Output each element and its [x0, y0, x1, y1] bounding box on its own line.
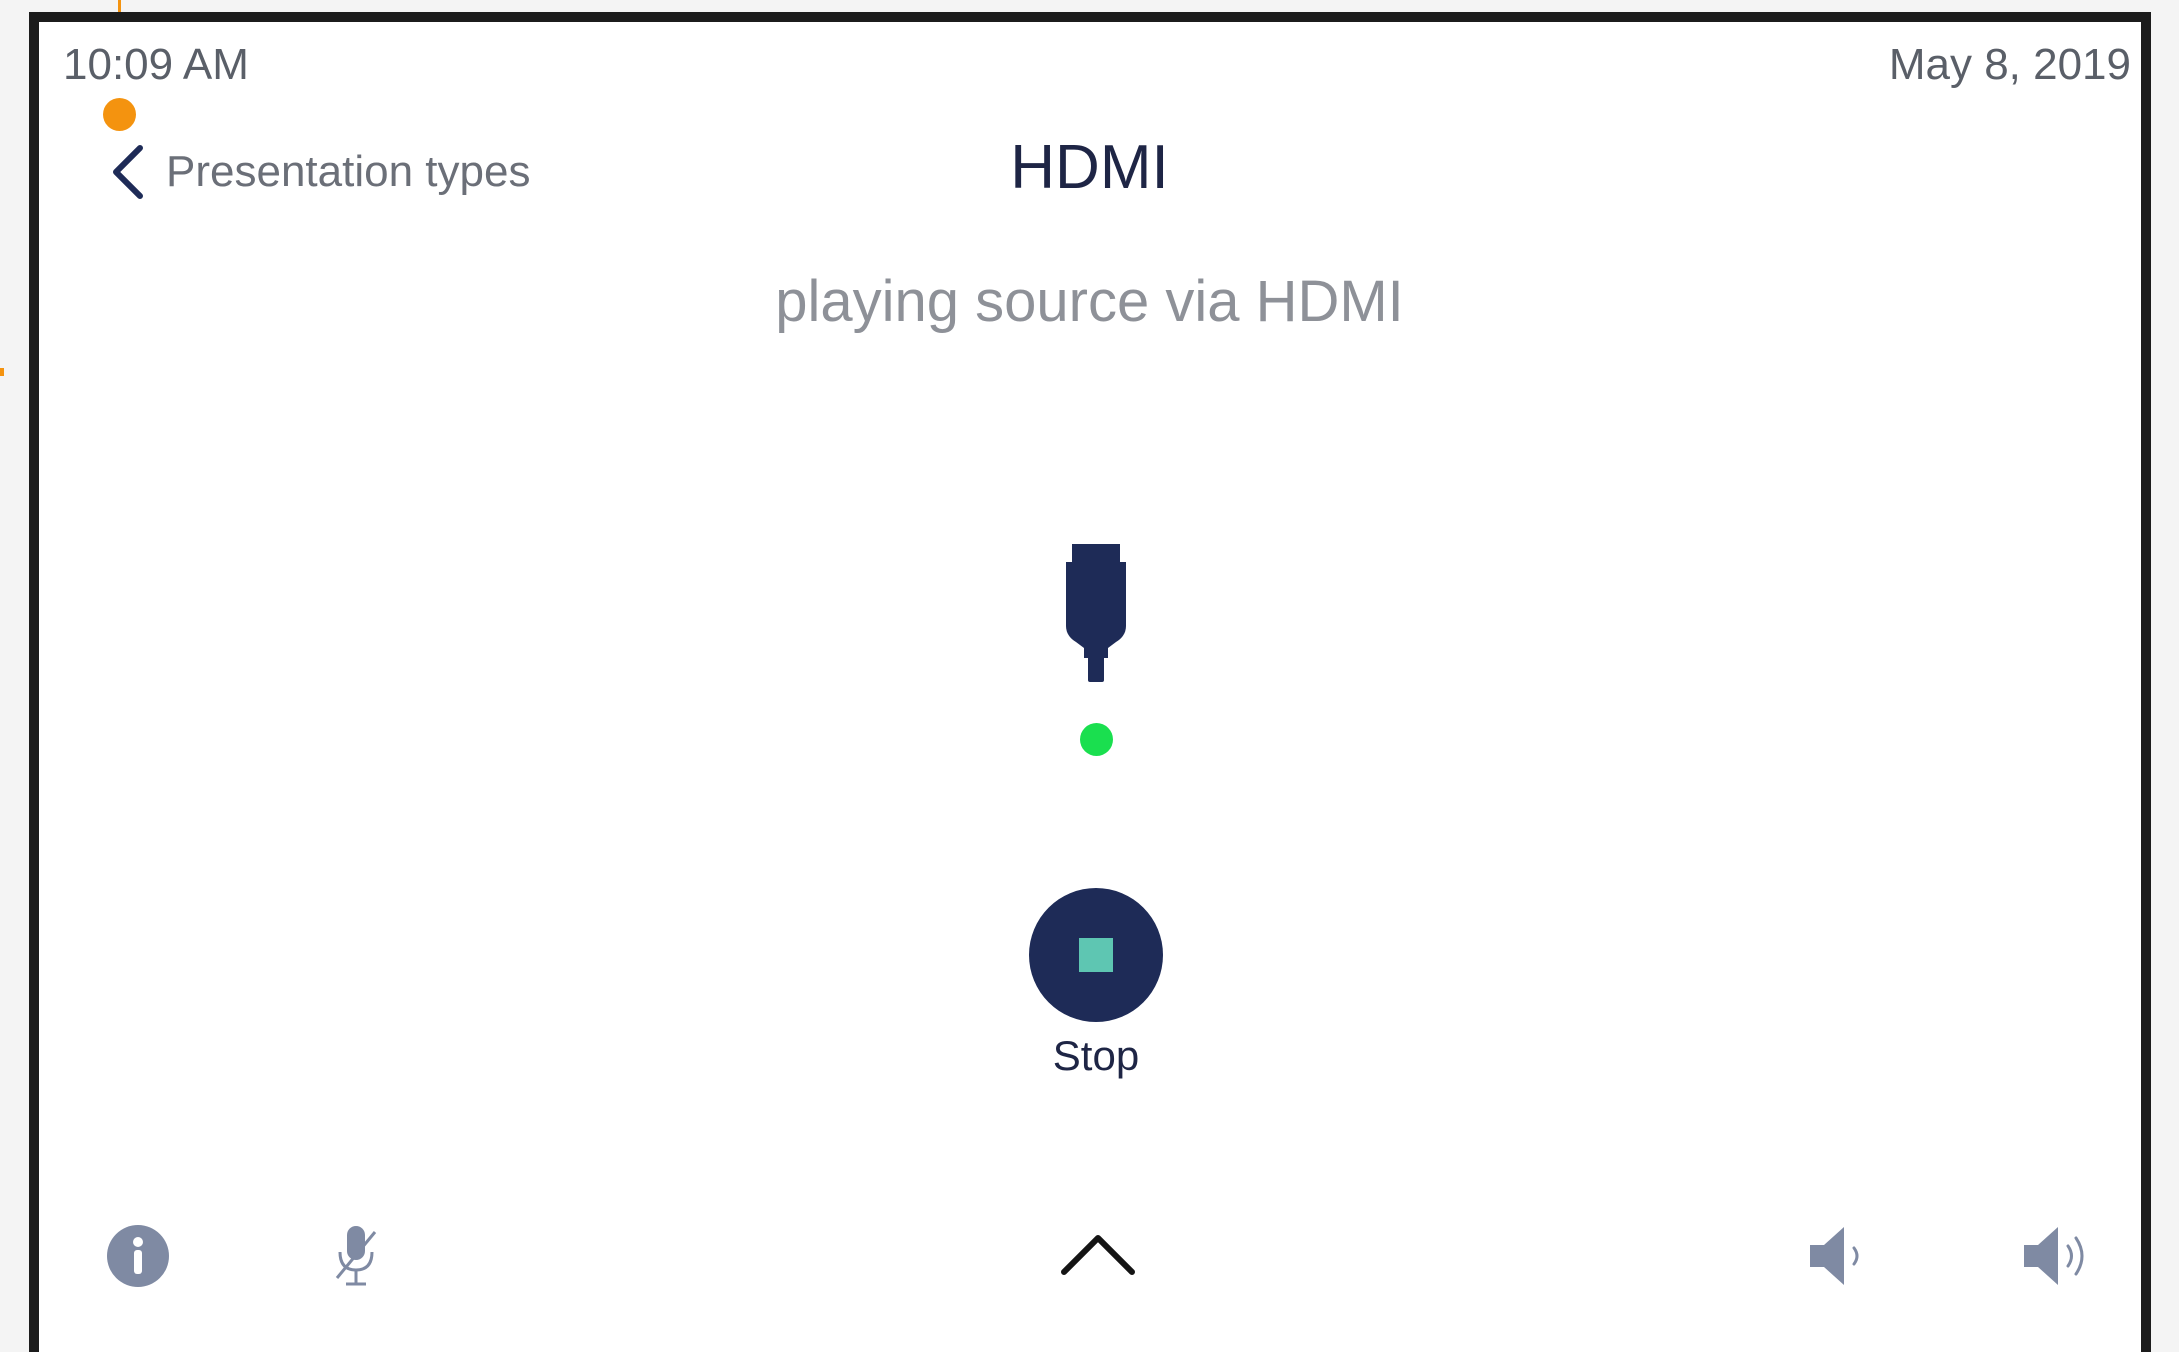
info-icon[interactable]	[107, 1225, 169, 1287]
chevron-up-icon[interactable]	[1060, 1230, 1136, 1278]
stop-button-label: Stop	[1052, 1032, 1140, 1079]
annotation-marker	[103, 98, 136, 131]
volume-up-icon[interactable]	[2022, 1223, 2094, 1289]
stop-icon	[1079, 938, 1113, 972]
touch-panel-screen	[29, 12, 2151, 1352]
annotation-tick	[0, 368, 4, 376]
clock-date: May 8, 2019	[1888, 40, 2131, 89]
page-subtitle: playing source via HDMI	[775, 269, 1404, 334]
hdmi-connector-icon	[1066, 544, 1126, 682]
microphone-muted-icon[interactable]	[333, 1224, 379, 1288]
page-title: HDMI	[1010, 133, 1169, 202]
stop-button[interactable]	[1029, 888, 1163, 1022]
volume-down-icon[interactable]	[1808, 1223, 1872, 1289]
clock-time: 10:09 AM	[63, 40, 249, 89]
connection-status-indicator	[1080, 723, 1113, 756]
